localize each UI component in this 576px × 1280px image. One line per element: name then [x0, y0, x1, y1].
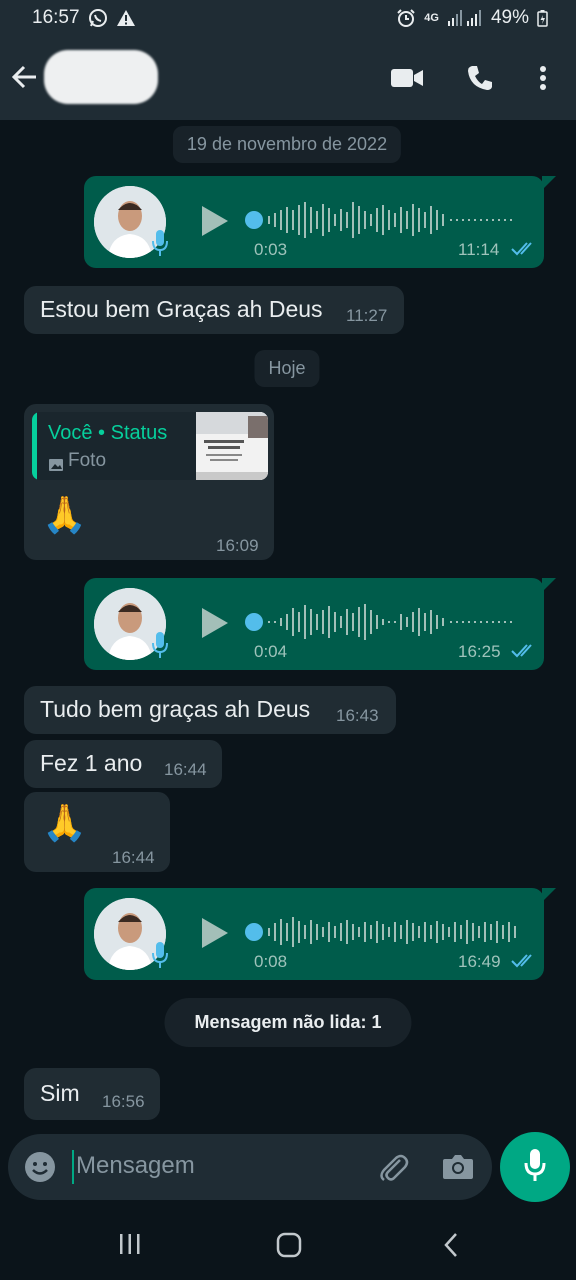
alarm-icon: [396, 8, 416, 28]
message-text: Fez 1 ano: [40, 750, 143, 776]
play-icon[interactable]: [200, 204, 230, 238]
voice-message[interactable]: 0:04 16:25: [84, 578, 556, 670]
warning-icon: [116, 9, 136, 27]
battery-percent: 49%: [490, 7, 529, 28]
message-time: 16:43: [336, 706, 379, 725]
status-thumbnail: [196, 412, 268, 480]
voice-message[interactable]: 0:08 16:49: [84, 888, 556, 980]
contact-name-redacted[interactable]: [44, 50, 158, 104]
chat-header: [0, 36, 576, 120]
message-bubble[interactable]: 🙏 16:44: [24, 792, 170, 872]
read-ticks-icon: [510, 952, 538, 970]
waveform[interactable]: [244, 600, 534, 644]
play-icon[interactable]: [200, 606, 230, 640]
message-time: 16:25: [458, 642, 501, 661]
voice-duration: 0:04: [254, 642, 288, 661]
mic-badge-icon: [150, 630, 170, 660]
battery-charging-icon: [537, 9, 548, 27]
message-composer[interactable]: Mensagem: [8, 1134, 492, 1200]
system-back-icon[interactable]: [440, 1232, 470, 1258]
message-bubble[interactable]: Estou bem Graças ah Deus 11:27: [24, 286, 404, 334]
network-type: 4G: [424, 12, 439, 24]
message-text: Tudo bem graças ah Deus: [40, 696, 311, 722]
message-time: 11:14: [458, 240, 500, 259]
date-chip: 19 de novembro de 2022: [172, 126, 402, 163]
recent-apps-icon[interactable]: [118, 1232, 148, 1258]
message-bubble[interactable]: Fez 1 ano 16:44: [24, 740, 222, 788]
voice-duration: 0:03: [254, 240, 288, 259]
back-arrow-icon[interactable]: [10, 62, 40, 92]
status-reply-message[interactable]: Você • Status Foto 🙏 16:09: [24, 404, 274, 560]
reply-accent-bar: [32, 412, 37, 480]
message-time: 11:27: [346, 306, 388, 325]
mic-badge-icon: [150, 940, 170, 970]
video-call-icon[interactable]: [390, 62, 424, 94]
status-bar: 16:57 4G 49%: [0, 0, 576, 36]
voice-call-icon[interactable]: [463, 62, 497, 94]
emoji-icon[interactable]: [24, 1151, 56, 1188]
status-reply-preview[interactable]: Você • Status Foto: [32, 412, 268, 480]
read-ticks-icon: [510, 240, 538, 258]
message-bubble[interactable]: Sim 16:56: [24, 1068, 160, 1120]
waveform[interactable]: [244, 910, 534, 954]
message-text: Sim: [40, 1080, 80, 1106]
play-icon[interactable]: [200, 916, 230, 950]
text-cursor: [72, 1150, 74, 1184]
reply-subtitle: Foto: [68, 450, 107, 471]
unread-messages-chip: Mensagem não lida: 1: [164, 998, 412, 1047]
microphone-icon: [522, 1147, 548, 1188]
message-text: 🙏: [42, 494, 87, 535]
status-time: 16:57: [32, 7, 80, 28]
message-time: 16:49: [458, 952, 501, 971]
more-options-icon[interactable]: [526, 62, 560, 94]
message-time: 16:44: [164, 760, 207, 779]
reply-title: Você • Status: [48, 422, 168, 444]
camera-icon[interactable]: [442, 1152, 474, 1185]
chat-messages[interactable]: 19 de novembro de 2022 0:03 11:14 Estou …: [0, 120, 576, 1130]
record-voice-button[interactable]: [500, 1132, 570, 1202]
whatsapp-notification-icon: [88, 8, 108, 28]
voice-message[interactable]: 0:03 11:14: [84, 176, 556, 268]
message-input[interactable]: Mensagem: [76, 1152, 195, 1180]
message-bubble[interactable]: Tudo bem graças ah Deus 16:43: [24, 686, 396, 734]
voice-duration: 0:08: [254, 952, 288, 971]
signal-icon: [447, 9, 483, 27]
date-chip: Hoje: [254, 350, 320, 387]
waveform[interactable]: [244, 198, 534, 242]
message-text: 🙏: [42, 802, 87, 843]
attach-icon[interactable]: [376, 1150, 410, 1189]
photo-icon: [48, 452, 64, 479]
mic-badge-icon: [150, 228, 170, 258]
message-time: 16:09: [216, 536, 259, 555]
read-ticks-icon: [510, 642, 538, 660]
home-icon[interactable]: [276, 1232, 306, 1258]
system-navigation-bar: [0, 1210, 576, 1280]
message-text: Estou bem Graças ah Deus: [40, 296, 323, 322]
message-time: 16:44: [112, 848, 155, 867]
message-time: 16:56: [102, 1092, 145, 1111]
